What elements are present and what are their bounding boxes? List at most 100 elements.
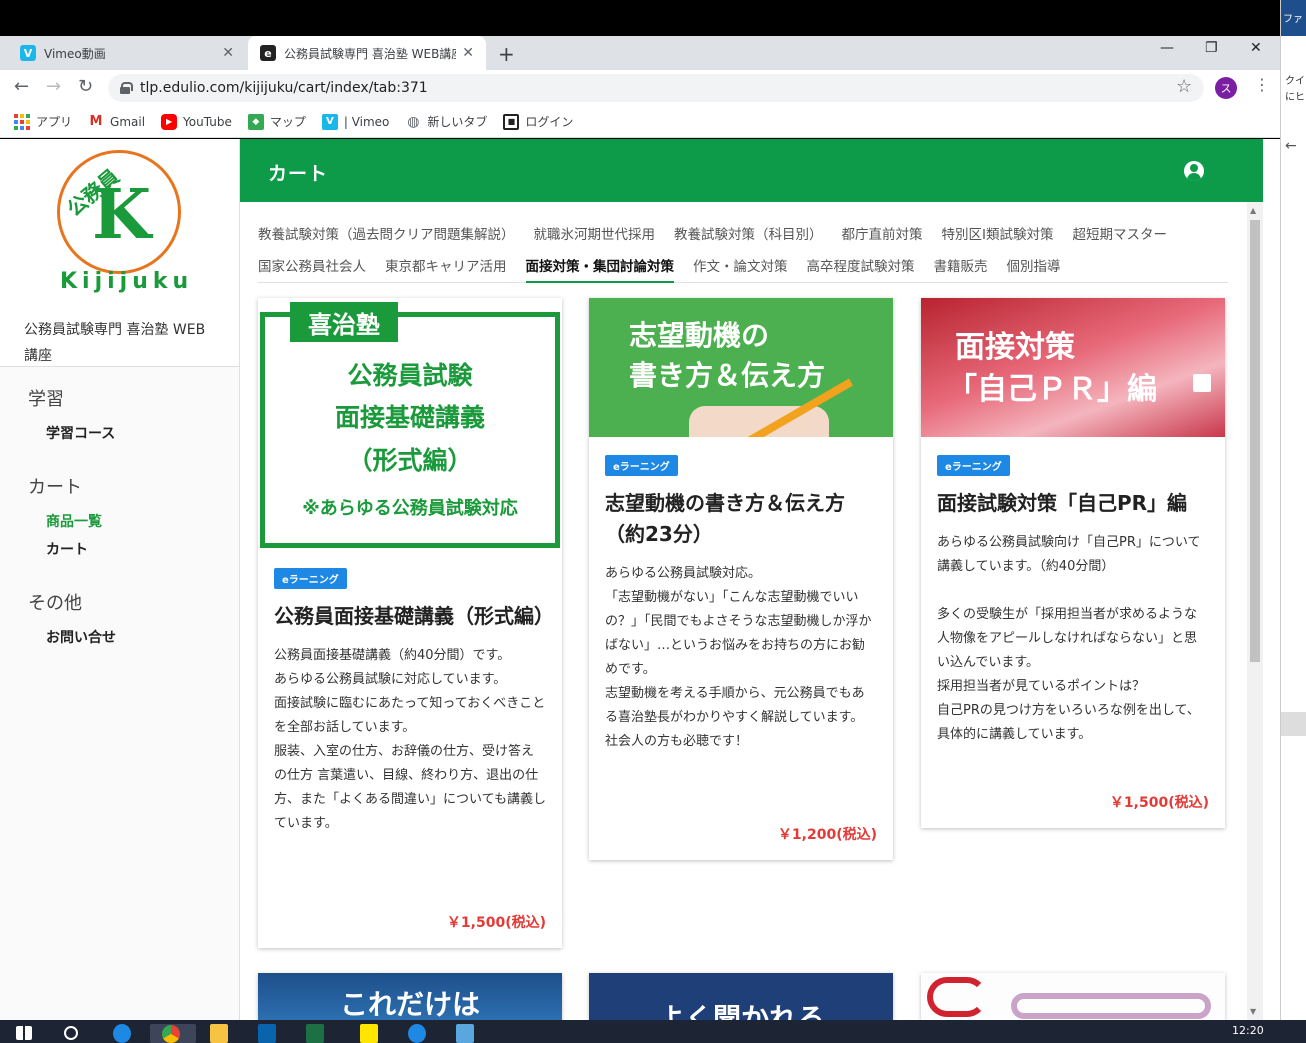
chrome-task[interactable] (150, 1024, 196, 1043)
category-tab[interactable]: 就職氷河期世代採用 (534, 219, 656, 251)
lock-icon (120, 82, 133, 94)
bookmarks-bar: アプリ M Gmail ▶ YouTube ◆ マップ V | Vimeo ◍ … (0, 106, 1280, 138)
product-thumbnail: 面接対策 「自己ＰＲ」編 (921, 298, 1225, 437)
browser-toolbar: ← → ↻ tlp.edulio.com/kijijuku/cart/index… (0, 70, 1280, 106)
scroll-down-icon[interactable]: ▼ (1250, 1007, 1256, 1016)
sidebar-item-product-list[interactable]: 商品一覧 (28, 509, 239, 537)
elearning-badge: eラーニング (605, 455, 678, 476)
scrollbar[interactable]: ▲ ▼ (1247, 202, 1263, 1020)
category-tab[interactable]: 特別区Ⅰ類試験対策 (942, 219, 1054, 251)
category-tab-active[interactable]: 面接対策・集団討論対策 (525, 251, 674, 283)
category-tab[interactable]: 都庁直前対策 (842, 219, 923, 251)
bookmark-maps[interactable]: ◆ マップ (247, 113, 306, 130)
sidebar-item-cart[interactable]: カート (28, 537, 239, 565)
product-card[interactable] (921, 973, 1225, 1020)
close-tab-icon[interactable]: ✕ (462, 45, 474, 61)
product-title[interactable]: 公務員面接基礎講義（形式編） (274, 601, 554, 632)
bookmark-star-icon[interactable]: ☆ (1176, 76, 1192, 97)
sidebar-group-learning: 学習 学習コース (0, 385, 239, 449)
category-tab[interactable]: 国家公務員社会人 (258, 251, 366, 283)
windows-start-icon[interactable] (16, 1026, 32, 1040)
edge-icon[interactable] (113, 1024, 131, 1043)
site-title: 公務員試験専門 喜治塾 WEB講座 (0, 311, 239, 367)
product-card[interactable]: これだけは (258, 973, 562, 1021)
reload-icon[interactable]: ↻ (78, 76, 93, 97)
browser-icon[interactable] (408, 1024, 426, 1043)
bookmark-youtube[interactable]: ▶ YouTube (161, 113, 232, 130)
apps-grid-icon (14, 113, 30, 130)
photos-icon[interactable] (456, 1024, 474, 1043)
youtube-icon: ▶ (161, 113, 178, 130)
bookmark-newtab[interactable]: ◍ 新しいタブ (405, 113, 487, 130)
product-title[interactable]: 志望動機の書き方＆伝え方（約23分） (605, 488, 877, 550)
sticky-notes-icon[interactable] (360, 1024, 378, 1043)
tab-kijijuku[interactable]: e 公務員試験専門 喜治塾 WEB講座 ✕ (248, 36, 486, 70)
category-tab[interactable]: 教養試験対策（科目別） (674, 219, 823, 251)
category-tab[interactable]: 教養試験対策（過去問クリア問題集解説） (258, 219, 515, 251)
bookmark-apps[interactable]: アプリ (14, 113, 72, 130)
product-card[interactable]: 面接対策 「自己ＰＲ」編 eラーニング 面接試験対策「自己PR」編 あらゆる公務… (921, 298, 1225, 828)
vimeo-icon: V (321, 113, 338, 130)
scrollbar-thumb[interactable] (1250, 220, 1260, 662)
scroll-up-icon[interactable]: ▲ (1250, 206, 1256, 215)
sidebar-item-contact[interactable]: お問い合せ (28, 625, 239, 653)
product-card[interactable]: 喜治塾 公務員試験 面接基礎講義 （形式編） ※あらゆる公務員試験対応 eラーニ… (258, 298, 562, 948)
bookmark-gmail[interactable]: M Gmail (88, 114, 145, 130)
excel-icon[interactable] (306, 1024, 324, 1043)
elearning-badge: eラーニング (937, 455, 1010, 476)
maps-pin-icon: ◆ (247, 113, 264, 130)
product-description: 公務員面接基礎講義（約40分間）です。 あらゆる公務員試験に対応しています。 面… (274, 648, 546, 831)
category-tab[interactable]: 個別指導 (1007, 251, 1061, 283)
forward-arrow-icon[interactable]: → (46, 76, 61, 97)
category-tab[interactable]: 作文・論文対策 (693, 251, 788, 283)
profile-avatar[interactable]: ス (1215, 77, 1237, 99)
windows-taskbar: 12:20 (0, 1020, 1306, 1043)
product-thumbnail: 喜治塾 公務員試験 面接基礎講義 （形式編） ※あらゆる公務員試験対応 (258, 298, 562, 550)
file-explorer-icon[interactable] (210, 1024, 228, 1043)
category-tab[interactable]: 東京都キャリア活用 (385, 251, 507, 283)
back-arrow-icon[interactable]: ← (14, 76, 29, 97)
bookmark-login[interactable]: ■ ログイン (503, 113, 573, 130)
category-tab[interactable]: 超短期マスター (1072, 219, 1167, 251)
edulio-icon: e (260, 45, 276, 61)
new-tab-plus-icon[interactable]: + (498, 42, 515, 66)
chrome-icon (162, 1025, 180, 1043)
close-window-icon[interactable]: ✕ (1250, 40, 1262, 56)
sidebar: 公務員 K Kijijuku 公務員試験専門 喜治塾 WEB講座 学習 学習コー… (0, 139, 240, 1020)
category-tabs: 教養試験対策（過去問クリア問題集解説） 就職氷河期世代採用 教養試験対策（科目別… (258, 219, 1228, 283)
paperclip-shape (927, 977, 987, 1017)
background-window-edge: ファ クイ にヒ ← (1280, 0, 1306, 1020)
tab-title: Vimeo動画 (44, 46, 106, 61)
product-card[interactable]: よく聞かれる (589, 973, 893, 1035)
product-card[interactable]: 志望動機の 書き方＆伝え方 eラーニング 志望動機の書き方＆伝え方（約23分） … (589, 298, 893, 860)
restore-icon[interactable]: ❐ (1205, 40, 1218, 56)
sidebar-item-courses[interactable]: 学習コース (28, 421, 239, 449)
category-tab[interactable]: 書籍販売 (934, 251, 988, 283)
logo-icon (1193, 374, 1211, 392)
tab-vimeo[interactable]: V Vimeo動画 ✕ (8, 36, 246, 70)
paperclip-shape (1011, 993, 1211, 1019)
product-price: ￥1,200(税込) (777, 827, 877, 843)
main-content: カート ▲ ▼ 教養試験対策（過去問クリア問題集解説） 就職氷河期世代採用 教養… (240, 139, 1280, 1035)
category-tab[interactable]: 高卒程度試験対策 (807, 251, 915, 283)
browser-tab-strip: V Vimeo動画 ✕ e 公務員試験専門 喜治塾 WEB講座 ✕ (0, 36, 1280, 70)
outlook-icon[interactable] (258, 1024, 276, 1043)
page-header: カート (240, 139, 1263, 202)
product-price: ￥1,500(税込) (1109, 795, 1209, 811)
menu-kebab-icon[interactable]: ⋮ (1254, 75, 1270, 94)
search-icon[interactable] (64, 1026, 78, 1040)
address-bar[interactable]: tlp.edulio.com/kijijuku/cart/index/tab:3… (108, 74, 1204, 102)
sidebar-group-cart: カート 商品一覧 カート (0, 473, 239, 565)
minimize-icon[interactable]: — (1160, 40, 1174, 56)
product-description: あらゆる公務員試験向け「自己PR」について講義しています。（約40分間） 多くの… (937, 535, 1201, 742)
tab-title: 公務員試験専門 喜治塾 WEB講座 (284, 46, 457, 61)
globe-icon: ◍ (407, 113, 420, 130)
site-logo[interactable]: 公務員 K Kijijuku (0, 139, 239, 311)
taskbar-clock: 12:20 (1232, 1024, 1264, 1037)
account-circle-icon[interactable] (1184, 161, 1204, 181)
login-square-icon: ■ (503, 113, 520, 130)
product-description: あらゆる公務員試験対応。 「志望動機がない」「こんな志望動機でいいの？」「民間で… (605, 566, 872, 749)
bookmark-vimeo[interactable]: V | Vimeo (321, 113, 389, 130)
product-title[interactable]: 面接試験対策「自己PR」編 (937, 488, 1209, 519)
close-tab-icon[interactable]: ✕ (222, 45, 234, 61)
